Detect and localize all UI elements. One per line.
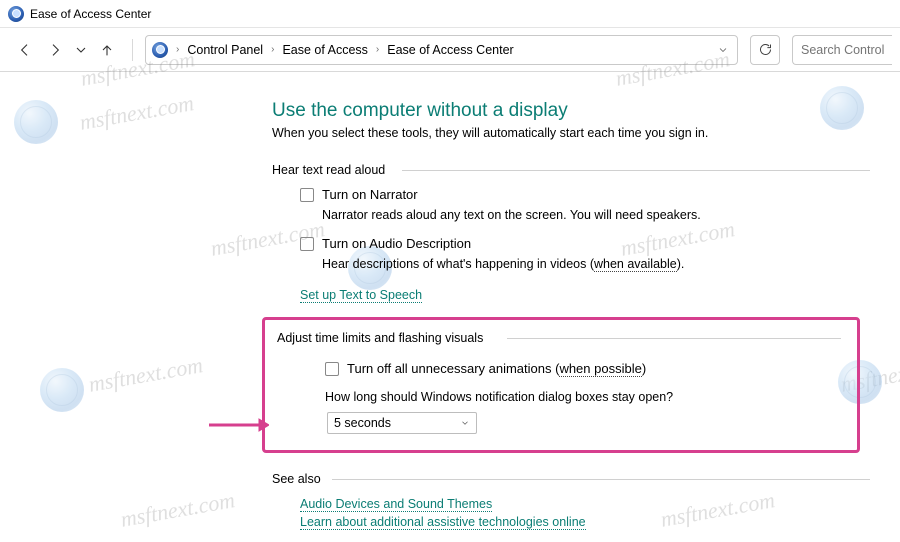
- notification-duration-label: How long should Windows notification dia…: [325, 390, 841, 404]
- turn-off-animations-checkbox[interactable]: [325, 362, 339, 376]
- toolbar: › Control Panel › Ease of Access › Ease …: [0, 28, 900, 72]
- audio-description-checkbox[interactable]: [300, 237, 314, 251]
- window-titlebar: Ease of Access Center: [0, 0, 900, 28]
- anim-label-pre: Turn off all unnecessary animations (: [347, 361, 559, 376]
- group-legend: Hear text read aloud: [272, 163, 391, 177]
- narrator-checkbox[interactable]: [300, 188, 314, 202]
- group-legend: See also: [272, 472, 327, 486]
- audio-desc-text-dotted: when available: [594, 257, 677, 272]
- page-heading: Use the computer without a display: [272, 100, 870, 122]
- chevron-right-icon: ›: [376, 44, 379, 55]
- group-divider: [507, 338, 841, 339]
- control-panel-icon: [152, 42, 168, 58]
- forward-button[interactable]: [42, 36, 68, 64]
- link-audio-devices[interactable]: Audio Devices and Sound Themes: [300, 497, 492, 512]
- page-content: Use the computer without a display When …: [0, 72, 900, 532]
- chevron-right-icon: ›: [271, 44, 274, 55]
- search-input[interactable]: [801, 43, 884, 57]
- audio-description-desc: Hear descriptions of what's happening in…: [322, 257, 870, 271]
- option-turn-off-animations: Turn off all unnecessary animations (whe…: [325, 361, 841, 376]
- option-turn-on-audio-description: Turn on Audio Description: [300, 236, 870, 251]
- audio-desc-text-post: ).: [677, 257, 685, 271]
- control-panel-icon: [8, 6, 24, 22]
- notification-duration-value: 5 seconds: [334, 416, 391, 430]
- chevron-right-icon: ›: [176, 44, 179, 55]
- chevron-down-icon: [460, 418, 470, 428]
- refresh-button[interactable]: [750, 35, 780, 65]
- page-subheading: When you select these tools, they will a…: [272, 126, 870, 140]
- address-bar[interactable]: › Control Panel › Ease of Access › Ease …: [145, 35, 738, 65]
- breadcrumb-control-panel[interactable]: Control Panel: [187, 43, 263, 57]
- group-see-also: See also Audio Devices and Sound Themes …: [272, 471, 870, 532]
- window-title: Ease of Access Center: [30, 7, 151, 21]
- address-dropdown-button[interactable]: [717, 44, 729, 56]
- highlighted-group-visuals: Adjust time limits and flashing visuals …: [262, 317, 860, 453]
- group-hear-text-read-aloud: Hear text read aloud Turn on Narrator Na…: [272, 162, 870, 303]
- setup-text-to-speech-link[interactable]: Set up Text to Speech: [300, 288, 422, 303]
- audio-desc-text-pre: Hear descriptions of what's happening in…: [322, 257, 594, 271]
- notification-duration-select[interactable]: 5 seconds: [327, 412, 477, 434]
- annotation-arrow-icon: [209, 418, 269, 432]
- up-button[interactable]: [94, 36, 120, 64]
- group-divider: [332, 479, 870, 480]
- anim-label-dotted: when possible: [559, 361, 641, 377]
- group-divider: [402, 170, 870, 171]
- group-legend: Adjust time limits and flashing visuals: [277, 331, 489, 345]
- group-adjust-time-limits: Adjust time limits and flashing visuals …: [277, 330, 841, 434]
- toolbar-separator: [132, 39, 133, 61]
- narrator-description: Narrator reads aloud any text on the scr…: [322, 208, 870, 222]
- narrator-label: Turn on Narrator: [322, 187, 418, 202]
- breadcrumb-ease-of-access-center[interactable]: Ease of Access Center: [387, 43, 513, 57]
- option-turn-on-narrator: Turn on Narrator: [300, 187, 870, 202]
- recent-locations-button[interactable]: [72, 36, 90, 64]
- anim-label-post: ): [642, 361, 646, 376]
- audio-description-label: Turn on Audio Description: [322, 236, 471, 251]
- breadcrumb-ease-of-access[interactable]: Ease of Access: [282, 43, 367, 57]
- back-button[interactable]: [12, 36, 38, 64]
- search-box[interactable]: [792, 35, 892, 65]
- link-assistive-tech[interactable]: Learn about additional assistive technol…: [300, 515, 586, 530]
- turn-off-animations-label: Turn off all unnecessary animations (whe…: [347, 361, 646, 376]
